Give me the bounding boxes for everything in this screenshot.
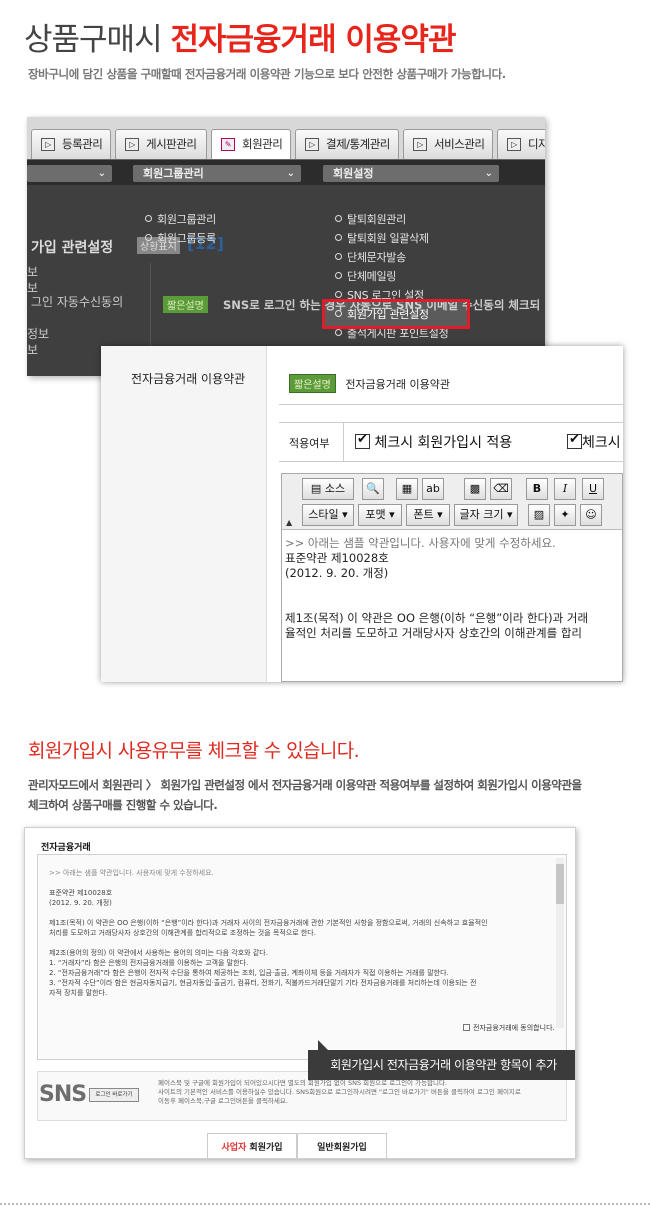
smiley-icon[interactable]: ☺ [580, 504, 602, 526]
terms-title: 전자금융거래 이용약관 [345, 378, 451, 391]
chevron-down-icon: ⌄ [484, 168, 493, 179]
general-signup-button[interactable]: 일반회원가입 [297, 1133, 387, 1158]
apply-checkbox-1[interactable]: 체크시 회원가입시 적용 [355, 432, 512, 452]
flash-icon[interactable]: ✦ [554, 504, 576, 526]
bg-page-title: 가입 관련설정 [31, 240, 114, 256]
admin-menu-bar: ⌄ 회원그룹관리 ⌄ 회원설정 ⌄ [27, 159, 545, 185]
format-dropdown[interactable]: 포맷 ▾ [358, 504, 402, 526]
sns-login-button[interactable]: 로그인 바로가기 [89, 1088, 139, 1102]
tab-board[interactable]: ▷ 게시판관리 [115, 129, 207, 159]
font-size-dropdown[interactable]: 글자 크기 ▾ [454, 504, 518, 526]
style-dropdown[interactable]: 스타일 ▾ [302, 504, 354, 526]
apply-checkbox-2[interactable]: 체크시 [567, 432, 621, 452]
highlight-box [322, 299, 470, 329]
tab-icon: ▷ [413, 138, 427, 151]
font-dropdown[interactable]: 폰트 ▾ [406, 504, 450, 526]
menu-item-mailing[interactable]: 단체메일링 [334, 268, 396, 284]
source-icon: ▤ [310, 482, 322, 495]
editor-content[interactable]: >> 아래는 샘플 약관입니다. 사용자에 맞게 수정하세요. 표준약관 제10… [285, 536, 588, 641]
agree-checkbox[interactable]: 전자금융거래에 동의합니다. [463, 1023, 555, 1033]
page-heading: 상품구매시 전자금융거래 이용약관 [24, 14, 456, 59]
tab-icon: ▷ [507, 138, 521, 151]
menu-item-group-register[interactable]: 회원그룹등록 [145, 230, 216, 246]
menu-item-withdrawn-delete[interactable]: 탈퇴회원 일괄삭제 [335, 230, 429, 246]
dotted-divider [0, 1203, 650, 1205]
image-icon[interactable]: ▨ [528, 504, 550, 526]
page-subtitle: 장바구니에 담긴 상품을 구매할때 전자금융거래 이용약관 기능으로 보다 안전… [28, 67, 506, 81]
underline-button[interactable]: U [582, 478, 604, 500]
scrollbar-thumb[interactable] [556, 864, 564, 904]
table-icon[interactable]: ▩ [464, 478, 486, 500]
short-desc-badge: 짧은설명 [289, 374, 336, 393]
terms-scrollbar[interactable] [556, 858, 564, 1028]
preview-icon[interactable]: 🔍 [362, 478, 384, 500]
sns-description: 페이스북 및 구글에 회원가입이 되어있으시다면 별도의 회원가입 없이 SNS… [158, 1079, 521, 1105]
bg-note-badge: 짧은설명 [163, 296, 208, 313]
settings-screenshot: 전자금융거래 이용약관 짧은설명 전자금융거래 이용약관 적용여부 체크시 회원… [101, 346, 623, 682]
tooltip-callout: 회원가입시 전자금융거래 이용약관 항목이 추가 [308, 1040, 575, 1080]
preview-title: 전자금융거래 [41, 843, 91, 853]
signup-preview-screenshot: 전자금융거래 >> 아래는 샘플 약관입니다. 사용자에 맞게 수정하세요. 표… [24, 827, 576, 1159]
tab-icon: ▷ [41, 138, 55, 151]
settings-label-column [101, 346, 267, 682]
section-title: 회원가입시 사용유무를 체크할 수 있습니다. [28, 740, 360, 762]
dropdown-member-group[interactable]: 회원그룹관리 ⌄ [133, 165, 301, 182]
italic-button[interactable]: I [554, 478, 576, 500]
tab-members[interactable]: ✎ 회원관리 [211, 129, 291, 159]
checkbox-icon[interactable] [463, 1024, 470, 1031]
admin-tab-bar: ▷ 등록관리 ▷ 게시판관리 ✎ 회원관리 ▷ 결제/통계관리 ▷ 서비스관리 ▷ 디자 [27, 117, 545, 159]
bold-button[interactable]: B [526, 478, 548, 500]
terms-label: 전자금융거래 이용약관 [131, 372, 246, 386]
apply-row: 적용여부 체크시 회원가입시 적용 체크시 [279, 422, 623, 462]
business-signup-button[interactable]: 사업자 회원가입 [207, 1133, 297, 1158]
template-icon[interactable]: ▦ [396, 478, 418, 500]
menu-item-group-manage[interactable]: 회원그룹관리 [145, 211, 216, 227]
source-button[interactable]: ▤ 소스 [302, 478, 354, 500]
tab-icon: ▷ [125, 138, 139, 151]
terms-title-row: 짧은설명 전자금융거래 이용약관 [289, 374, 450, 393]
checkbox-checked-icon[interactable] [355, 432, 370, 449]
tab-design[interactable]: ▷ 디자 [497, 129, 545, 159]
menu-item-withdrawn-manage[interactable]: 탈퇴회원관리 [335, 211, 406, 227]
tab-service[interactable]: ▷ 서비스관리 [403, 129, 493, 159]
sns-logo: SNS [39, 1082, 87, 1107]
chevron-down-icon: ⌄ [97, 168, 106, 179]
heading-highlight: 전자금융거래 이용약관 [170, 22, 456, 58]
menu-item-sms[interactable]: 단체문자발송 [335, 249, 406, 265]
section-description: 관리자모드에서 회원관리 〉 회원가입 관련설정 에서 전자금융거래 이용약관 … [28, 778, 582, 812]
checkbox-checked-icon[interactable] [567, 432, 582, 449]
tab-icon: ✎ [221, 138, 235, 151]
collapse-toolbar-icon[interactable]: ▲ [286, 518, 292, 527]
apply-label: 적용여부 [289, 437, 330, 450]
spellcheck-icon[interactable]: ab [422, 478, 444, 500]
tab-icon: ▷ [305, 138, 319, 151]
admin-menu-screenshot: ▷ 등록관리 ▷ 게시판관리 ✎ 회원관리 ▷ 결제/통계관리 ▷ 서비스관리 ▷ 디자 ⌄… [27, 117, 545, 376]
dropdown-left[interactable]: ⌄ [27, 165, 112, 182]
tab-registration[interactable]: ▷ 등록관리 [31, 129, 111, 159]
terms-text: >> 아래는 샘플 약관입니다. 사용자에 맞게 수정하세요. 표준약관 제10… [49, 869, 488, 997]
divider [279, 404, 623, 405]
heading-main: 상품구매시 [24, 22, 171, 58]
tab-payment[interactable]: ▷ 결제/통계관리 [295, 129, 399, 159]
dropdown-member-settings[interactable]: 회원설정 ⌄ [323, 165, 499, 182]
eraser-icon[interactable]: ⌫ [490, 478, 512, 500]
chevron-down-icon: ⌄ [286, 168, 295, 179]
